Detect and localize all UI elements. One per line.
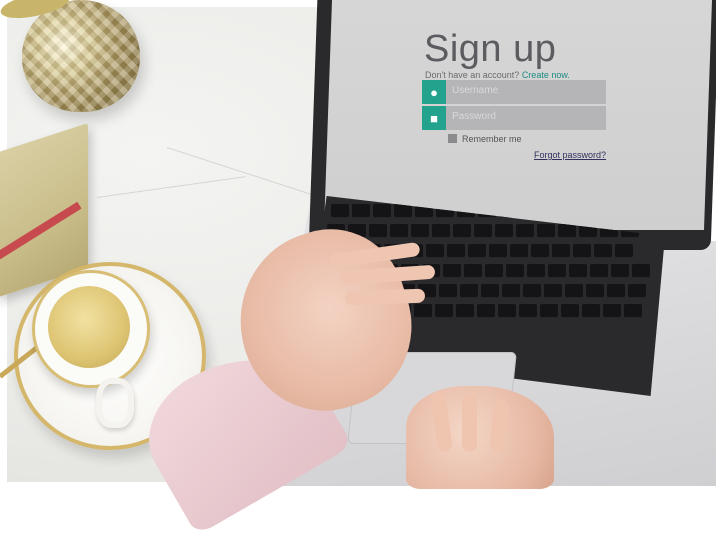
key xyxy=(516,224,534,238)
key xyxy=(569,264,587,278)
key xyxy=(632,264,650,278)
marble-vein xyxy=(96,176,246,198)
key xyxy=(544,284,562,298)
key xyxy=(519,304,537,318)
password-field[interactable]: ■ Password xyxy=(422,106,606,130)
key xyxy=(468,244,486,258)
key xyxy=(603,304,621,318)
key xyxy=(485,264,503,278)
key xyxy=(394,204,412,218)
finger xyxy=(462,394,477,452)
key xyxy=(474,224,492,238)
signup-subtitle: Don't have an account? Create now. xyxy=(425,70,570,80)
key xyxy=(565,284,583,298)
key xyxy=(331,204,349,218)
key xyxy=(506,264,524,278)
key xyxy=(552,244,570,258)
key xyxy=(582,304,600,318)
key xyxy=(489,244,507,258)
user-icon: ● xyxy=(422,80,446,104)
key xyxy=(453,224,471,238)
finger xyxy=(344,288,426,306)
lock-icon: ■ xyxy=(422,106,446,130)
key xyxy=(615,244,633,258)
key xyxy=(624,304,642,318)
create-now-link[interactable]: Create now. xyxy=(522,70,570,80)
cup-handle xyxy=(96,378,134,428)
right-hand xyxy=(406,386,554,489)
key xyxy=(594,244,612,258)
signup-title: Sign up xyxy=(424,28,557,70)
key xyxy=(611,264,629,278)
key xyxy=(426,244,444,258)
key xyxy=(411,224,429,238)
password-placeholder: Password xyxy=(452,111,496,122)
key xyxy=(439,284,457,298)
key xyxy=(477,304,495,318)
key xyxy=(586,284,604,298)
key xyxy=(531,244,549,258)
username-placeholder: Username xyxy=(452,85,499,96)
key xyxy=(460,284,478,298)
key xyxy=(540,304,558,318)
key xyxy=(456,304,474,318)
key xyxy=(369,224,387,238)
key xyxy=(464,264,482,278)
key xyxy=(414,304,432,318)
key xyxy=(527,264,545,278)
key xyxy=(548,264,566,278)
key xyxy=(481,284,499,298)
key xyxy=(558,224,576,238)
tea xyxy=(48,286,130,368)
key xyxy=(447,244,465,258)
key xyxy=(373,204,391,218)
key xyxy=(573,244,591,258)
key xyxy=(435,304,453,318)
no-account-text: Don't have an account? xyxy=(425,70,520,80)
remember-checkbox[interactable] xyxy=(448,134,457,143)
key xyxy=(561,304,579,318)
key xyxy=(390,224,408,238)
key xyxy=(607,284,625,298)
key xyxy=(628,284,646,298)
key xyxy=(498,304,516,318)
key xyxy=(590,264,608,278)
key xyxy=(510,244,528,258)
remember-label: Remember me xyxy=(462,134,522,144)
key xyxy=(502,284,520,298)
pineapple-ornament-icon xyxy=(22,0,140,112)
key xyxy=(537,224,555,238)
forgot-password-link[interactable]: Forgot password? xyxy=(534,150,606,160)
key xyxy=(352,204,370,218)
key xyxy=(495,224,513,238)
key xyxy=(523,284,541,298)
key xyxy=(443,264,461,278)
key xyxy=(432,224,450,238)
username-field[interactable]: ● Username xyxy=(422,80,606,104)
